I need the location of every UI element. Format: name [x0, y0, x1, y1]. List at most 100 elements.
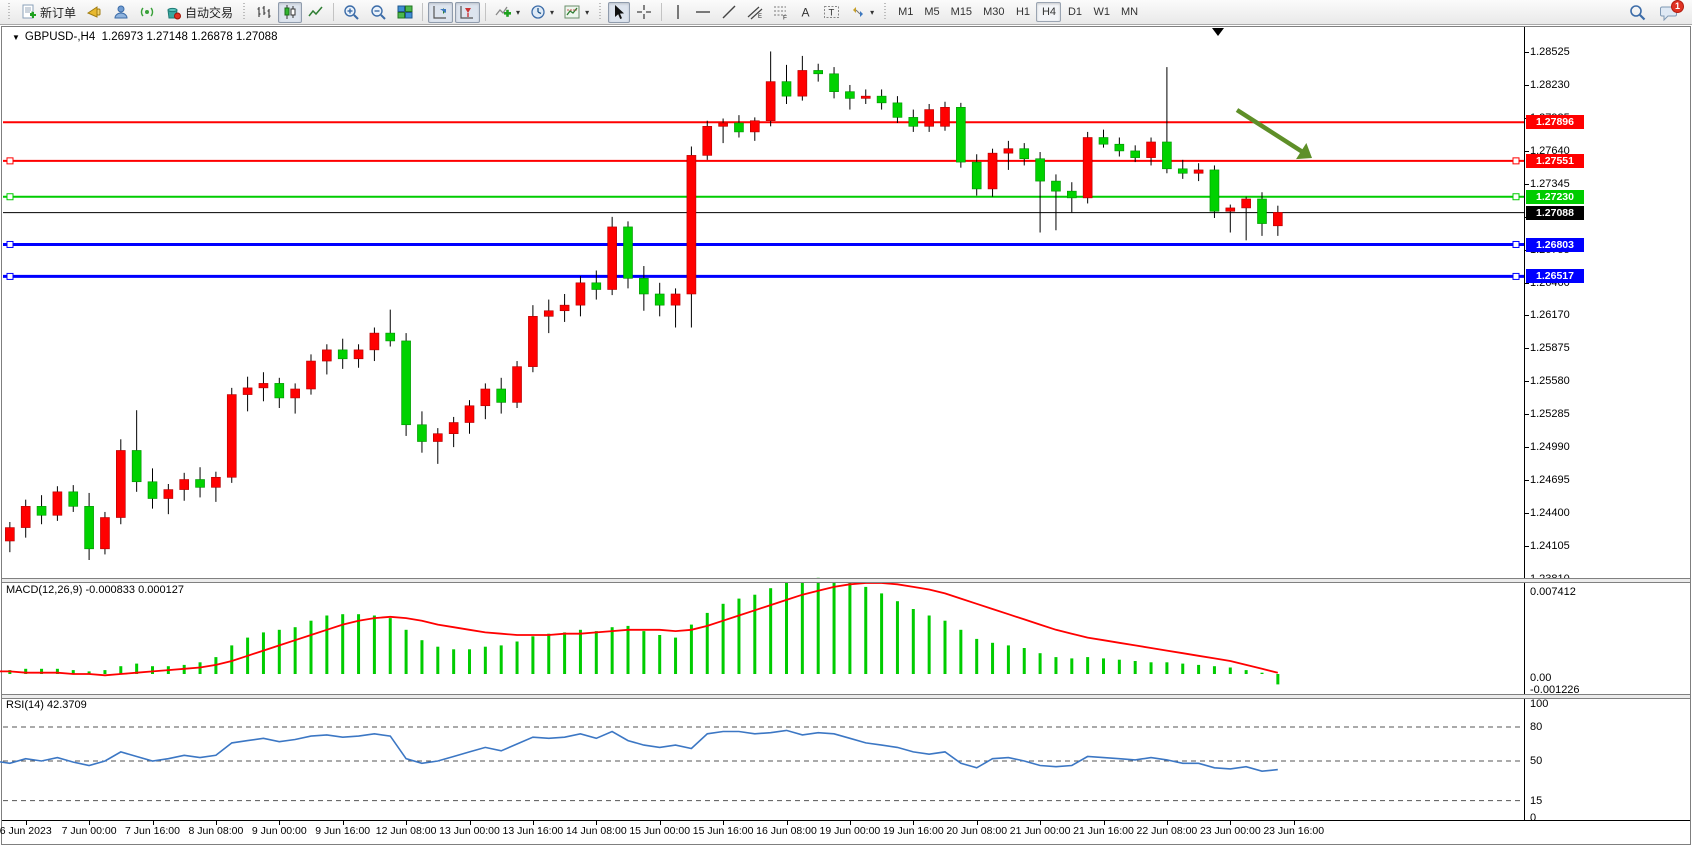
price-tick-mark	[1524, 447, 1529, 448]
time-axis-label: 22 Jun 08:00	[1137, 825, 1198, 837]
auto-trading-button[interactable]: 自动交易	[161, 2, 237, 23]
line-selection-handle[interactable]	[1513, 158, 1519, 164]
price-tick-mark	[1524, 315, 1529, 316]
fibonacci-button[interactable]: F	[769, 2, 793, 23]
candle-body	[227, 395, 236, 478]
horizontal-line-button[interactable]	[691, 2, 715, 23]
timeframe-D1[interactable]: D1	[1062, 2, 1087, 22]
timeframe-H1[interactable]: H1	[1010, 2, 1035, 22]
macd-histogram-bar	[785, 583, 788, 674]
periods-icon	[530, 4, 546, 20]
candle-body	[782, 82, 791, 97]
timeframe-M15[interactable]: M15	[946, 2, 977, 22]
candle-body	[576, 283, 585, 305]
macd-histogram-bar	[1165, 662, 1168, 674]
candle-chart-icon	[282, 4, 298, 20]
macd-indicator-label: MACD(12,26,9) -0.000833 0.000127	[6, 584, 184, 596]
macd-histogram-bar	[1134, 661, 1137, 674]
periods-button[interactable]: ▾	[526, 2, 558, 23]
macd-histogram-bar	[436, 647, 439, 674]
line-selection-handle[interactable]	[7, 158, 13, 164]
timeframe-H4[interactable]: H4	[1036, 2, 1061, 22]
arrow-annotation[interactable]	[1237, 110, 1304, 153]
zoom-in-button[interactable]	[339, 2, 364, 23]
candle-chart-button[interactable]	[278, 2, 302, 23]
collapse-triangle-icon[interactable]: ▼	[12, 33, 20, 42]
rsi-line	[0, 730, 1278, 771]
macd-histogram-bar	[864, 587, 867, 674]
price-tick-mark	[1524, 85, 1529, 86]
text-label-icon: T	[823, 4, 840, 20]
time-axis-label: 7 Jun 00:00	[62, 825, 117, 837]
search-button[interactable]	[1625, 2, 1650, 23]
line-selection-handle[interactable]	[7, 273, 13, 279]
time-axis-label: 15 Jun 16:00	[693, 825, 754, 837]
candle-body	[1067, 191, 1076, 198]
macd-panel-splitter[interactable]	[2, 578, 1690, 583]
text-button[interactable]: A	[795, 2, 817, 23]
profile-button[interactable]	[109, 2, 133, 23]
crosshair-button[interactable]	[632, 2, 656, 23]
candle-body	[386, 333, 395, 341]
line-selection-handle[interactable]	[1513, 194, 1519, 200]
channel-button[interactable]: E	[743, 2, 767, 23]
candle-body	[465, 406, 474, 423]
candle-body	[307, 361, 316, 389]
horn-button[interactable]	[82, 2, 107, 23]
price-tick-mark	[1524, 381, 1529, 382]
macd-histogram-bar	[325, 616, 328, 675]
trendline-button[interactable]	[717, 2, 741, 23]
zoom-out-button[interactable]	[366, 2, 391, 23]
time-axis-label: 21 Jun 00:00	[1010, 825, 1071, 837]
tile-windows-button[interactable]	[393, 2, 417, 23]
timeframe-MN[interactable]: MN	[1116, 2, 1143, 22]
macd-histogram-bar	[1118, 660, 1121, 674]
time-axis-label: 19 Jun 00:00	[820, 825, 881, 837]
channel-icon: E	[747, 4, 763, 20]
macd-histogram-bar	[516, 642, 519, 675]
candle-body	[1036, 159, 1045, 181]
rsi-panel-splitter[interactable]	[2, 694, 1690, 699]
candle-body	[1051, 181, 1060, 191]
text-label-button[interactable]: T	[819, 2, 844, 23]
macd-histogram-bar	[563, 632, 566, 674]
timeframe-W1[interactable]: W1	[1088, 2, 1115, 22]
macd-histogram-bar	[1261, 673, 1264, 674]
candle-body	[608, 227, 617, 290]
auto-scroll-button[interactable]	[428, 2, 453, 23]
chart-shift-button[interactable]	[455, 2, 480, 23]
notifications-button[interactable]: 1	[1656, 2, 1682, 23]
price-tick-label: 1.24990	[1530, 441, 1600, 453]
timeframe-M1[interactable]: M1	[893, 2, 918, 22]
macd-histogram-bar	[547, 634, 550, 674]
candle-body	[687, 155, 696, 294]
line-chart-button[interactable]	[304, 2, 328, 23]
candle-body	[417, 425, 426, 442]
macd-histogram-bar	[405, 630, 408, 674]
candle-body	[116, 450, 125, 517]
signal-button[interactable]	[135, 2, 159, 23]
candle-body	[1004, 149, 1013, 153]
bar-chart-button[interactable]	[252, 2, 276, 23]
cursor-button[interactable]	[608, 2, 630, 23]
line-selection-handle[interactable]	[1513, 241, 1519, 247]
timeframe-M30[interactable]: M30	[978, 2, 1009, 22]
candle-body	[322, 350, 331, 361]
line-selection-handle[interactable]	[7, 194, 13, 200]
toolbar-separator	[485, 3, 486, 21]
new-order-button[interactable]: 新订单	[17, 2, 80, 23]
time-axis-label: 14 Jun 08:00	[566, 825, 627, 837]
mt4-trading-app: 新订单	[0, 0, 1692, 846]
arrows-button[interactable]: ▾	[846, 2, 878, 23]
indicators-button[interactable]: ▾	[491, 2, 524, 23]
timeframe-M5[interactable]: M5	[919, 2, 944, 22]
chart-shift-marker[interactable]	[1212, 28, 1224, 36]
candle-body	[909, 117, 918, 126]
price-tick-mark	[1524, 513, 1529, 514]
line-selection-handle[interactable]	[7, 241, 13, 247]
templates-button[interactable]: ▾	[560, 2, 593, 23]
line-selection-handle[interactable]	[1513, 273, 1519, 279]
vertical-line-button[interactable]	[667, 2, 689, 23]
chart-canvas[interactable]	[0, 0, 1692, 846]
hline-price-label: 1.26803	[1526, 238, 1584, 252]
